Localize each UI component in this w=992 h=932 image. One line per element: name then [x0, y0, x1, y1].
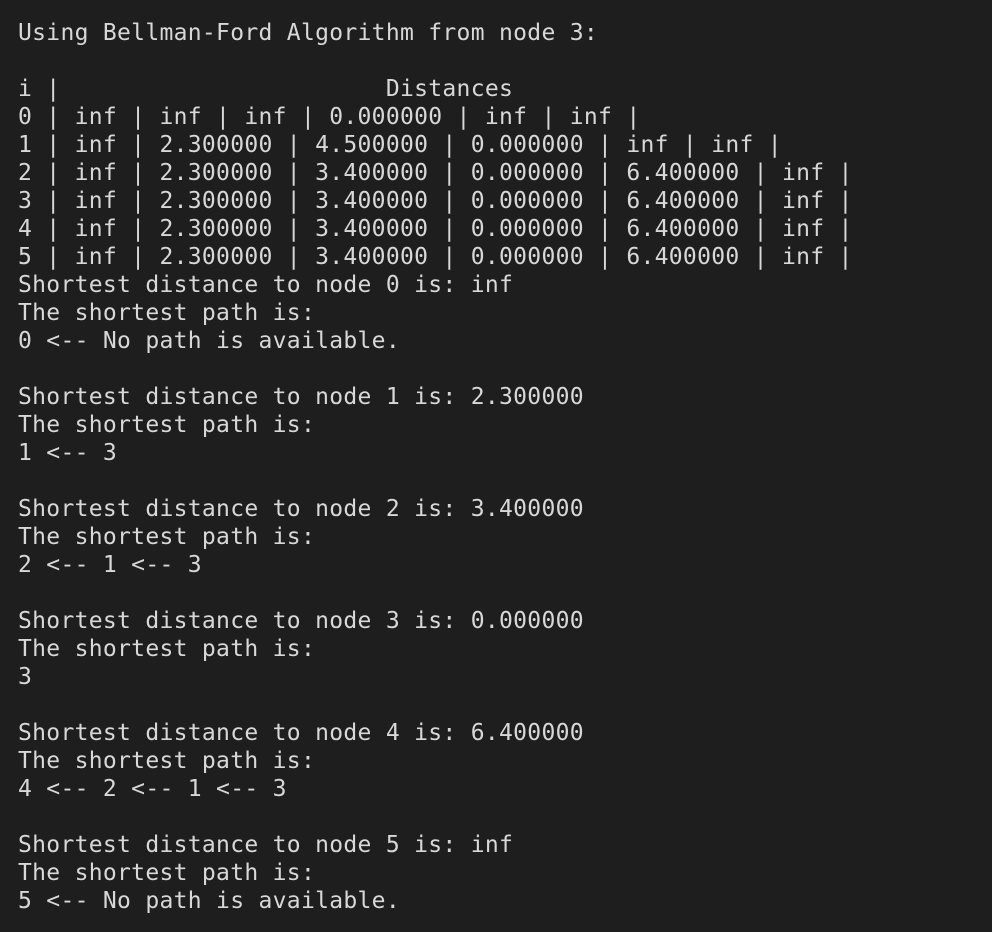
table-header: i | Distances — [18, 76, 514, 102]
path-line: 3 — [18, 664, 33, 690]
path-label: The shortest path is: — [18, 412, 316, 438]
table-row: 5 | inf | 2.300000 | 3.400000 | 0.000000… — [18, 244, 853, 270]
distance-line: Shortest distance to node 3 is: 0.000000 — [18, 608, 584, 634]
distance-line: Shortest distance to node 2 is: 3.400000 — [18, 496, 584, 522]
table-row: 0 | inf | inf | inf | 0.000000 | inf | i… — [18, 104, 641, 130]
path-label: The shortest path is: — [18, 748, 316, 774]
path-line: 1 <-- 3 — [18, 440, 118, 466]
table-row: 1 | inf | 2.300000 | 4.500000 | 0.000000… — [18, 132, 782, 158]
distance-line: Shortest distance to node 1 is: 2.300000 — [18, 384, 584, 410]
distance-line: Shortest distance to node 0 is: inf — [18, 272, 514, 298]
path-line: 4 <-- 2 <-- 1 <-- 3 — [18, 776, 287, 802]
path-label: The shortest path is: — [18, 524, 316, 550]
table-row: 2 | inf | 2.300000 | 3.400000 | 0.000000… — [18, 160, 853, 186]
table-row: 4 | inf | 2.300000 | 3.400000 | 0.000000… — [18, 216, 853, 242]
distance-line: Shortest distance to node 5 is: inf — [18, 832, 514, 858]
path-label: The shortest path is: — [18, 860, 316, 886]
path-label: The shortest path is: — [18, 300, 316, 326]
terminal-output[interactable]: Using Bellman-Ford Algorithm from node 3… — [0, 0, 992, 932]
table-row: 3 | inf | 2.300000 | 3.400000 | 0.000000… — [18, 188, 853, 214]
path-label: The shortest path is: — [18, 636, 316, 662]
path-line: 5 <-- No path is available. — [18, 888, 400, 914]
path-line: 2 <-- 1 <-- 3 — [18, 552, 202, 578]
terminal-line-heading: Using Bellman-Ford Algorithm from node 3… — [18, 20, 599, 46]
distance-line: Shortest distance to node 4 is: 6.400000 — [18, 720, 584, 746]
path-line: 0 <-- No path is available. — [18, 328, 400, 354]
